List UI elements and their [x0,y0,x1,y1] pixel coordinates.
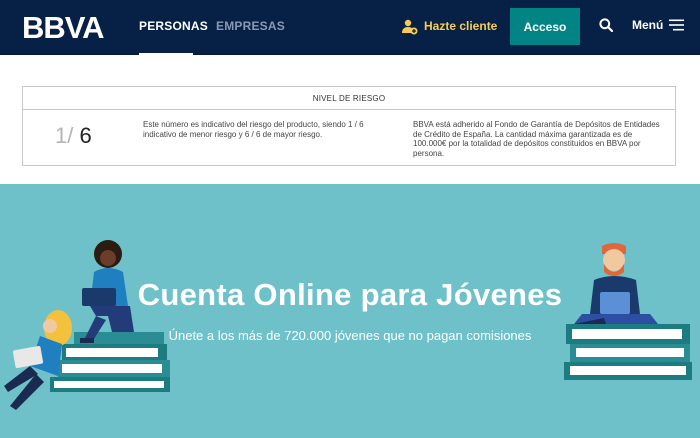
risk-level-heading: NIVEL DE RIESGO [23,87,675,110]
hamburger-menu-icon [669,19,685,31]
user-add-icon [402,19,418,34]
hazte-cliente-link[interactable]: Hazte cliente [401,16,497,36]
risk-level-description: Este número es indicativo del riesgo del… [143,120,364,139]
menu-label: Menú [632,18,664,32]
risk-level-separator: / [67,123,74,148]
risk-level-max: 6 [79,123,92,148]
risk-level-value: 1 [55,123,68,148]
bbva-logo[interactable]: BBVA [22,13,118,41]
hero-banner: Cuenta Online para Jóvenes Únete a los m… [0,184,700,438]
active-tab-indicator [139,53,193,56]
nav-personas[interactable]: PERSONAS [139,19,208,33]
menu-button[interactable]: Menú [632,18,685,32]
acceso-button[interactable]: Acceso [510,8,580,45]
hero-subtitle: Únete a los más de 720.000 jóvenes que n… [168,328,532,343]
risk-level-panel: NIVEL DE RIESGO 1/ 6 Este número es indi… [22,86,676,166]
risk-level-indicator: 1/ 6 [55,123,92,149]
hero-title: Cuenta Online para Jóvenes [137,277,563,312]
search-icon[interactable] [599,18,613,32]
hazte-cliente-label: Hazte cliente [424,19,498,33]
site-header: BBVA PERSONAS EMPRESAS Hazte cliente Acc… [0,0,700,56]
nav-empresas[interactable]: EMPRESAS [216,19,285,33]
deposit-guarantee-text: BBVA está adherido al Fondo de Garantía … [413,120,660,158]
svg-text:BBVA: BBVA [22,13,104,41]
